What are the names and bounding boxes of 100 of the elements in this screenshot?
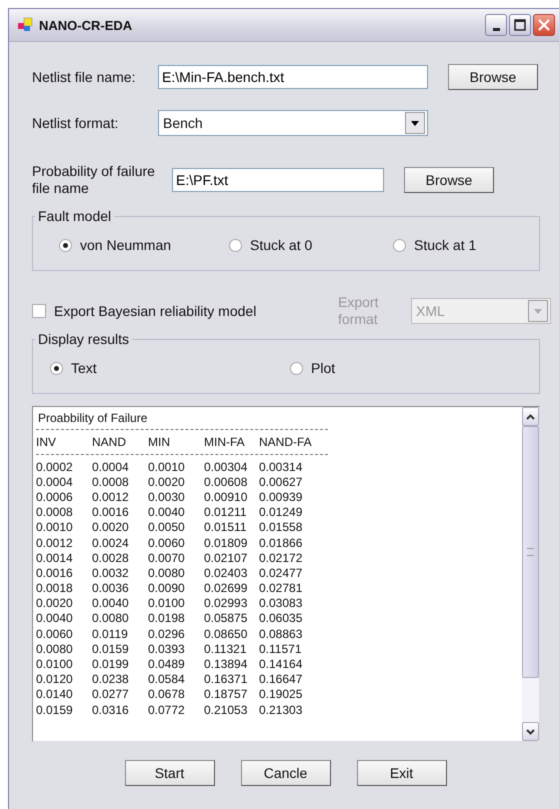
table-cell-text: 0.0060 — [36, 626, 74, 641]
table-cell-text: 0.0159 — [36, 702, 74, 717]
table-cell-text: 0.01511 — [204, 520, 248, 534]
table-cell-text: 0.0060 — [148, 536, 186, 550]
table-cell-text: 0.0016 — [92, 505, 130, 520]
scrollbar[interactable] — [522, 407, 539, 741]
table-cell-text: 0.11321 — [204, 642, 248, 656]
column-header: INV — [36, 435, 58, 449]
table-cell-text: 0.0012 — [36, 536, 74, 550]
table-cell-text: 0.00910 — [204, 490, 248, 504]
table-cell-text: 0.0030 — [148, 490, 186, 504]
table-cell-text: 0.0036 — [92, 581, 130, 596]
window-title: NANO-CR-EDA — [39, 18, 132, 32]
table-cell-text: 0.0100 — [36, 657, 74, 672]
table-cell-text: 0.0028 — [92, 550, 130, 565]
table-cell-text: 0.21303 — [259, 702, 304, 717]
table-cell-text: 0.01866 — [259, 536, 304, 550]
table-cell-text: 0.21053 — [204, 702, 248, 717]
dropdown[interactable]: Bench — [158, 110, 428, 136]
table-cell-text: 0.0008 — [36, 505, 74, 520]
maximize-button[interactable] — [509, 14, 531, 36]
scroll-up-icon[interactable] — [522, 407, 539, 426]
radio-option[interactable]: Stuck at 1 — [393, 237, 476, 253]
table-cell-text: 0.0014 — [36, 550, 74, 565]
table-cell-text: 0.0050 — [148, 520, 186, 534]
table-cell-text: 0.0090 — [148, 581, 186, 596]
table-cell-text: 0.0080 — [92, 611, 130, 626]
table-cell-text: 0.0016 — [36, 566, 74, 580]
table-cell-text: 0.0080 — [148, 566, 186, 580]
table-cell-text: 0.0070 — [148, 550, 186, 565]
table-cell-text: 0.0032 — [92, 566, 130, 580]
field-label: Export format — [338, 294, 380, 328]
table-cell-text: 0.0010 — [36, 520, 74, 534]
table-cell-text: 0.0238 — [92, 672, 130, 686]
table-cell-text: 0.0018 — [36, 581, 74, 596]
table-cell-text: 0.0277 — [92, 687, 130, 702]
table-cell-text: 0.0199 — [92, 657, 130, 672]
table-cell-text: 0.0296 — [148, 626, 186, 641]
table-cell-text: 0.0020 — [148, 474, 186, 489]
group-title: Display results — [37, 331, 130, 347]
table-cell-text: 0.01249 — [259, 505, 304, 520]
table-cell-text: 0.0020 — [36, 596, 74, 610]
radio-option[interactable]: Plot — [290, 360, 336, 376]
table-cell-text: 0.0006 — [36, 490, 74, 504]
table-cell-text: 0.02107 — [204, 550, 248, 565]
table-cell-text: 0.00627 — [259, 474, 304, 489]
table-cell-text: 0.0004 — [92, 460, 130, 474]
column-header: NAND-FA — [259, 435, 313, 449]
table-cell-text: 0.06035 — [259, 611, 304, 626]
column-header: MIN — [148, 435, 171, 449]
minimize-button[interactable] — [485, 14, 507, 36]
table-cell-text: 0.0584 — [148, 672, 186, 686]
close-icon — [538, 19, 550, 31]
radio-option[interactable]: Stuck at 0 — [229, 237, 393, 253]
column-header: MIN-FA — [204, 435, 246, 449]
action-button[interactable]: Start — [124, 760, 214, 786]
table-cell-text: 0.0004 — [36, 474, 74, 489]
table-cell-text: 0.0080 — [36, 642, 74, 656]
table-cell-text: 0.0040 — [36, 611, 74, 626]
table-cell-text: 0.03083 — [259, 596, 304, 610]
input-field[interactable]: E:\PF.txt — [172, 168, 384, 192]
table-cell-text: 0.11571 — [259, 642, 302, 656]
action-button[interactable]: Exit — [356, 760, 446, 786]
action-button[interactable]: Cancle — [240, 760, 330, 786]
scroll-thumb[interactable] — [522, 426, 539, 678]
table-cell-text: 0.02403 — [204, 566, 248, 580]
table-cell-text: 0.0393 — [148, 642, 186, 656]
table-cell-text: 0.0008 — [92, 474, 130, 489]
table-cell-text: 0.0489 — [148, 657, 186, 672]
app-icon — [17, 17, 33, 33]
table-cell-text: 0.02477 — [259, 566, 304, 580]
input-field[interactable]: E:\Min-FA.bench.txt — [158, 65, 428, 89]
table-cell-text: 0.0119 — [92, 626, 129, 641]
table-cell-text: 0.02699 — [204, 581, 248, 596]
table-cell-text: 0.0159 — [92, 642, 130, 656]
table-cell-text: 0.19025 — [259, 687, 304, 702]
table-cell-text: 0.01809 — [204, 536, 248, 550]
table-cell-text: 0.0316 — [92, 702, 130, 717]
table-cell-text: 0.16647 — [259, 672, 304, 686]
field-label: Netlist file name: — [32, 69, 136, 85]
close-button[interactable] — [533, 14, 555, 36]
table-cell-text: 0.0100 — [148, 596, 186, 610]
table-cell-text: 0.13894 — [204, 657, 248, 672]
table-cell-text: 0.05875 — [204, 611, 248, 626]
table-cell-text: 0.0010 — [148, 460, 186, 474]
table-cell-text: 0.0198 — [148, 611, 186, 626]
table-cell-text: 0.02172 — [259, 550, 304, 565]
table-cell-text: 0.08650 — [204, 626, 248, 641]
table-cell-text: 0.0772 — [148, 702, 186, 717]
table-cell-text: 0.02781 — [259, 581, 304, 596]
table-cell-text: 0.00304 — [204, 460, 248, 474]
scroll-down-icon[interactable] — [522, 722, 539, 741]
table-cell-text: 0.0002 — [36, 460, 74, 474]
radio-option[interactable]: von Neumman — [59, 237, 229, 253]
table-cell-text: 0.0020 — [92, 520, 130, 534]
table-cell-text: 0.01211 — [204, 505, 248, 520]
browse-button[interactable]: Browse — [448, 64, 538, 90]
browse-button[interactable]: Browse — [404, 167, 494, 193]
radio-option[interactable]: Text — [50, 360, 290, 376]
table-cell-text: 0.14164 — [259, 657, 304, 672]
